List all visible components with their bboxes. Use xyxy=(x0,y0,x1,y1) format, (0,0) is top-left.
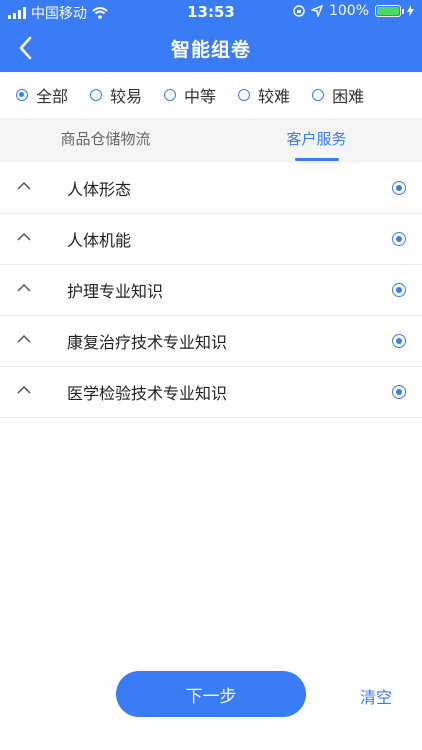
difficulty-option-all[interactable]: 全部 xyxy=(16,83,68,107)
chevron-up-icon[interactable] xyxy=(17,181,31,191)
difficulty-option-easy[interactable]: 较易 xyxy=(90,83,142,107)
topic-list: 人体形态 人体机能 护理专业知识 康复治疗技术专业知识 医学检验技术专业知识 xyxy=(0,163,422,418)
difficulty-label: 中等 xyxy=(184,87,217,106)
active-tab-indicator xyxy=(294,158,339,161)
charging-icon xyxy=(407,5,414,17)
difficulty-option-medium[interactable]: 中等 xyxy=(164,83,216,107)
radio-icon xyxy=(90,89,103,101)
difficulty-filter: 全部 较易 中等 较难 困难 xyxy=(0,72,422,119)
battery-icon xyxy=(375,5,404,17)
list-item[interactable]: 护理专业知识 xyxy=(0,265,422,316)
category-tabs: 商品仓储物流 客户服务 xyxy=(0,119,422,163)
tab-label: 商品仓储物流 xyxy=(60,130,151,148)
top-bar: 中国移动 13:53 100% 智能组卷 xyxy=(0,0,422,72)
list-item[interactable]: 医学检验技术专业知识 xyxy=(0,367,422,418)
difficulty-label: 较易 xyxy=(110,87,143,106)
chevron-up-icon[interactable] xyxy=(17,232,31,242)
status-right: 100% xyxy=(293,3,414,19)
list-item[interactable]: 人体形态 xyxy=(0,163,422,214)
selected-radio-icon[interactable] xyxy=(392,283,406,297)
chevron-up-icon[interactable] xyxy=(17,334,31,344)
list-item[interactable]: 康复治疗技术专业知识 xyxy=(0,316,422,367)
next-step-button[interactable]: 下一步 xyxy=(116,671,306,717)
location-icon xyxy=(310,5,323,17)
list-item[interactable]: 人体机能 xyxy=(0,214,422,265)
radio-icon xyxy=(238,89,251,101)
item-label: 人体形态 xyxy=(67,180,132,199)
item-label: 康复治疗技术专业知识 xyxy=(67,333,228,352)
radio-icon xyxy=(16,89,28,101)
page-title: 智能组卷 xyxy=(170,39,251,61)
selected-radio-icon[interactable] xyxy=(392,334,406,348)
item-label: 医学检验技术专业知识 xyxy=(67,384,228,403)
rotation-lock-icon xyxy=(293,5,305,17)
tab-customer-service[interactable]: 客户服务 xyxy=(211,119,422,163)
tab-label: 客户服务 xyxy=(286,130,347,148)
radio-icon xyxy=(164,89,177,101)
difficulty-option-very-hard[interactable]: 困难 xyxy=(312,83,364,107)
radio-icon xyxy=(312,89,325,101)
status-bar: 中国移动 13:53 100% xyxy=(0,0,422,24)
difficulty-label: 困难 xyxy=(332,87,365,106)
item-label: 人体机能 xyxy=(67,231,132,250)
difficulty-label: 全部 xyxy=(36,87,69,106)
chevron-up-icon[interactable] xyxy=(17,283,31,293)
selected-radio-icon[interactable] xyxy=(392,181,406,195)
difficulty-label: 较难 xyxy=(258,87,291,106)
battery-percent: 100% xyxy=(328,3,369,19)
tab-logistics[interactable]: 商品仓储物流 xyxy=(0,119,211,163)
selected-radio-icon[interactable] xyxy=(392,232,406,246)
item-label: 护理专业知识 xyxy=(67,282,164,301)
difficulty-option-hard[interactable]: 较难 xyxy=(238,83,290,107)
clear-button[interactable]: 清空 xyxy=(360,684,392,708)
nav-bar: 智能组卷 xyxy=(0,24,422,72)
selected-radio-icon[interactable] xyxy=(392,385,406,399)
chevron-up-icon[interactable] xyxy=(17,385,31,395)
